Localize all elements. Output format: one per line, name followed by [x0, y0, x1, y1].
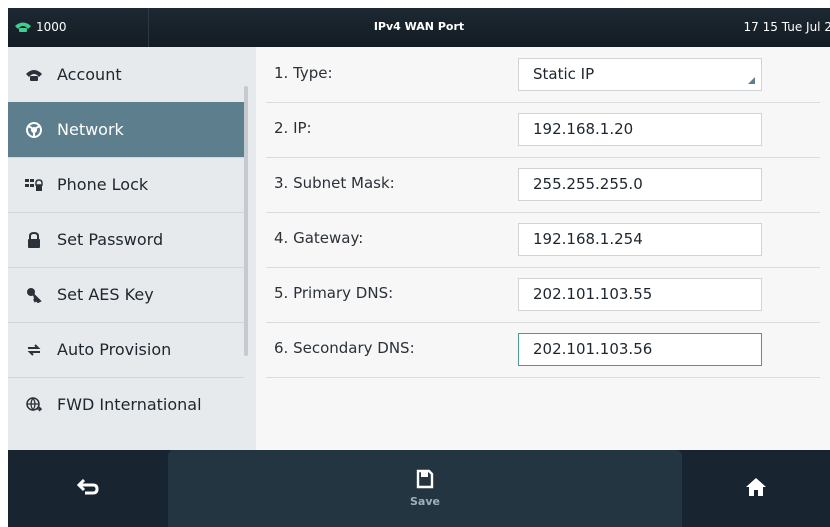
primary-dns-label: 5. Primary DNS: — [274, 284, 394, 302]
sidebar-item-label: Set Password — [57, 230, 164, 249]
sidebar-item-label: Network — [57, 120, 124, 139]
primary-dns-input[interactable]: 202.101.103.55 — [518, 278, 762, 311]
ipv4-settings-form: 1. Type: Static IP 2. IP: 192.168.1.20 3… — [256, 47, 830, 450]
back-button[interactable] — [8, 450, 168, 527]
network-icon — [23, 121, 45, 138]
primary-dns-row: 5. Primary DNS: 202.101.103.55 — [266, 267, 820, 323]
sidebar-item-label: Account — [57, 65, 122, 84]
gateway-input[interactable]: 192.168.1.254 — [518, 223, 762, 256]
subnet-mask-value: 255.255.255.0 — [533, 175, 643, 193]
gateway-row: 4. Gateway: 192.168.1.254 — [266, 212, 820, 268]
gateway-label: 4. Gateway: — [274, 229, 364, 247]
subnet-mask-row: 3. Subnet Mask: 255.255.255.0 — [266, 157, 820, 213]
softkey-bar: Save — [8, 450, 830, 527]
globe-icon — [23, 396, 45, 413]
sidebar-item-phone-lock[interactable]: Phone Lock — [8, 157, 244, 213]
sidebar-item-set-aes-key[interactable]: Set AES Key — [8, 267, 244, 323]
phone-icon — [23, 68, 45, 82]
page-title: IPv4 WAN Port — [373, 20, 465, 33]
subnet-mask-input[interactable]: 255.255.255.0 — [518, 168, 762, 201]
save-label: Save — [410, 495, 440, 508]
sync-icon — [23, 342, 45, 358]
ip-label: 2. IP: — [274, 119, 312, 137]
ip-row: 2. IP: 192.168.1.20 — [266, 102, 820, 158]
gateway-value: 192.168.1.254 — [533, 230, 643, 248]
save-icon — [416, 469, 434, 493]
ip-value: 192.168.1.20 — [533, 120, 634, 138]
home-button[interactable] — [682, 450, 830, 527]
type-select[interactable]: Static IP — [518, 58, 762, 91]
secondary-dns-row: 6. Secondary DNS: 202.101.103.56 — [266, 322, 820, 378]
sidebar-scrollbar[interactable] — [244, 86, 248, 356]
sidebar-item-label: Auto Provision — [57, 340, 172, 359]
primary-dns-value: 202.101.103.55 — [533, 285, 653, 303]
phone-screen: 1000 IPv4 WAN Port 17 15 Tue Jul 2: Acco… — [8, 8, 830, 527]
subnet-mask-label: 3. Subnet Mask: — [274, 174, 395, 192]
ip-input[interactable]: 192.168.1.20 — [518, 113, 762, 146]
secondary-dns-input[interactable]: 202.101.103.56 — [518, 333, 762, 366]
sidebar-item-auto-provision[interactable]: Auto Provision — [8, 322, 244, 378]
lock-icon — [23, 231, 45, 248]
sidebar-item-label: Set AES Key — [57, 285, 154, 304]
secondary-dns-value: 202.101.103.56 — [533, 340, 653, 358]
back-arrow-icon — [76, 478, 99, 500]
type-row: 1. Type: Static IP — [266, 47, 820, 103]
sidebar: Account Network Phone Lock Set Password … — [8, 47, 256, 450]
sidebar-item-network[interactable]: Network — [8, 102, 244, 158]
key-icon — [23, 287, 45, 303]
type-label: 1. Type: — [274, 64, 333, 82]
sidebar-item-fwd-international[interactable]: FWD International — [8, 377, 244, 432]
datetime: 17 15 Tue Jul 2: — [743, 20, 830, 34]
secondary-dns-label: 6. Secondary DNS: — [274, 339, 415, 357]
sidebar-item-label: FWD International — [57, 395, 202, 414]
home-icon — [745, 477, 767, 501]
type-value: Static IP — [533, 65, 595, 83]
sidebar-item-label: Phone Lock — [57, 175, 149, 194]
sidebar-item-account[interactable]: Account — [8, 47, 244, 103]
save-button[interactable]: Save — [168, 450, 682, 527]
dropdown-arrow-icon — [748, 77, 755, 84]
status-bar: 1000 IPv4 WAN Port 17 15 Tue Jul 2: — [8, 8, 830, 47]
sidebar-item-set-password[interactable]: Set Password — [8, 212, 244, 268]
keypad-icon — [23, 178, 45, 192]
